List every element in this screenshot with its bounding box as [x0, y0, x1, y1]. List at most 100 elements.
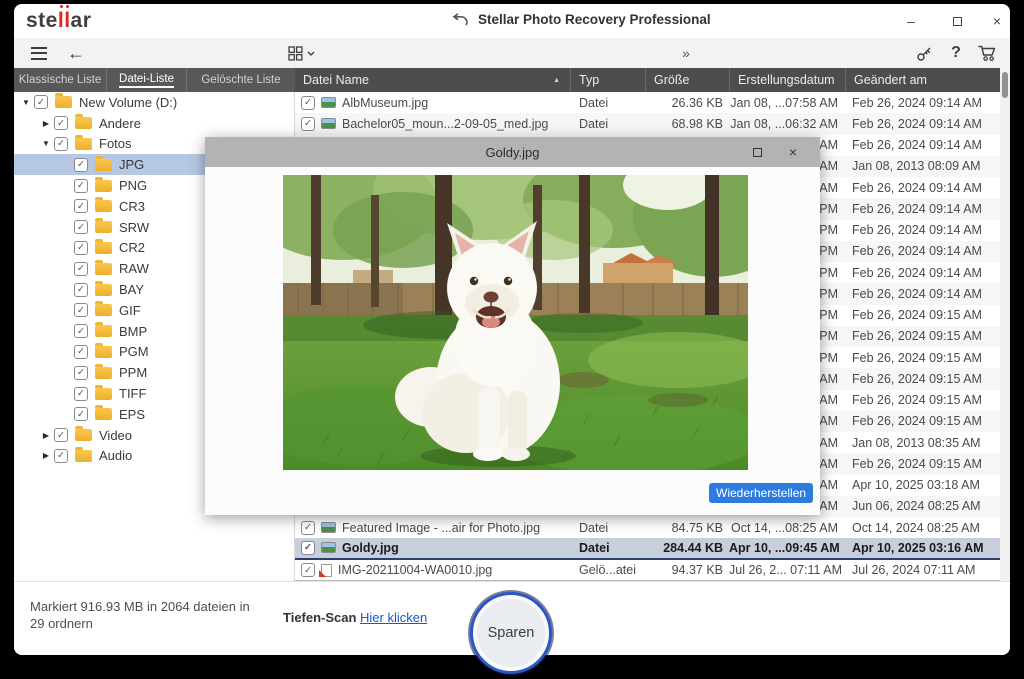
- checkbox-icon[interactable]: ✓: [74, 324, 88, 338]
- tree-item-label: New Volume (D:): [78, 95, 177, 110]
- checkbox-icon[interactable]: ✓: [54, 116, 68, 130]
- table-row-bachelor05-moun-2-09-05-med-jpg[interactable]: ✓Bachelor05_moun...2-09-05_med.jpgDatei6…: [295, 113, 1000, 134]
- checkbox-icon[interactable]: ✓: [34, 95, 48, 109]
- file-modified-cell: Jun 06, 2024 08:25 AM: [845, 499, 1000, 513]
- app-title-text: Stellar Photo Recovery Professional: [478, 12, 711, 27]
- checkbox-icon[interactable]: ✓: [301, 96, 315, 110]
- collapse-icon[interactable]: ▼: [38, 139, 54, 148]
- tree-item-new-volume-d[interactable]: ▼✓ New Volume (D:): [14, 92, 294, 113]
- checkbox-icon[interactable]: ✓: [74, 387, 88, 401]
- tree-item-label: CR3: [118, 199, 145, 214]
- checkbox-icon[interactable]: ✓: [54, 137, 68, 151]
- tree-item-label: Fotos: [98, 136, 132, 151]
- image-file-icon: [321, 542, 336, 553]
- scrollbar-thumb[interactable]: [1002, 72, 1008, 98]
- tab-label: Gelöschte Liste: [201, 74, 280, 86]
- checkbox-icon[interactable]: ✓: [74, 179, 88, 193]
- file-modified-cell: Feb 26, 2024 09:14 AM: [845, 181, 1000, 195]
- file-created-cell: Oct 14, ...08:25 AM: [729, 521, 845, 535]
- restore-tooltip[interactable]: Wiederherstellen: [709, 483, 813, 503]
- file-modified-cell: Jul 26, 2024 07:11 AM: [845, 563, 1000, 577]
- chevron-down-icon[interactable]: [306, 42, 316, 64]
- status-text: Markiert 916.93 MB in 2064 dateien in29 …: [30, 598, 250, 632]
- checkbox-icon[interactable]: ✓: [301, 521, 315, 535]
- file-name-label: AlbMuseum.jpg: [342, 96, 428, 110]
- help-icon[interactable]: ?: [946, 42, 966, 64]
- tab-gel-schte-liste[interactable]: Gelöschte Liste: [187, 68, 295, 92]
- sort-asc-icon: ▲: [553, 77, 560, 84]
- save-button[interactable]: Sparen: [470, 592, 552, 674]
- folder-icon: [75, 450, 92, 462]
- file-type-cell: Datei: [570, 541, 645, 555]
- table-row-featured-image-air-for-photo-jpg[interactable]: ✓Featured Image - ...air for Photo.jpgDa…: [295, 517, 1000, 538]
- close-button[interactable]: ×: [982, 10, 1010, 32]
- hamburger-menu-icon[interactable]: [28, 42, 50, 64]
- checkbox-icon[interactable]: ✓: [301, 541, 315, 555]
- deleted-file-icon: [321, 564, 332, 577]
- image-file-icon: [321, 118, 336, 129]
- tab-klassische-liste[interactable]: Klassische Liste: [14, 68, 107, 92]
- column-header-groesse[interactable]: Größe: [645, 68, 729, 92]
- scrollbar-track[interactable]: [1000, 68, 1010, 581]
- image-file-icon: [321, 97, 336, 108]
- preview-window: Goldy.jpg ×: [205, 137, 820, 515]
- file-modified-cell: Feb 26, 2024 09:15 AM: [845, 308, 1000, 322]
- column-header-erstellungsdatum[interactable]: Erstellungsdatum: [729, 68, 845, 92]
- file-modified-cell: Feb 26, 2024 09:15 AM: [845, 393, 1000, 407]
- dog-photo: [283, 175, 748, 470]
- checkbox-icon[interactable]: ✓: [301, 563, 315, 577]
- checkbox-icon[interactable]: ✓: [74, 199, 88, 213]
- checkbox-icon[interactable]: ✓: [54, 449, 68, 463]
- cart-icon[interactable]: [974, 42, 1000, 64]
- checkbox-icon[interactable]: ✓: [74, 241, 88, 255]
- file-modified-cell: Feb 26, 2024 09:14 AM: [845, 96, 1000, 110]
- table-row-goldy-jpg[interactable]: ✓Goldy.jpgDatei284.44 KBApr 10, ...09:45…: [295, 538, 1000, 559]
- logo-umlaut-dots: [60, 5, 63, 8]
- tab-label: Klassische Liste: [19, 74, 101, 86]
- tree-item-andere[interactable]: ▶✓Andere: [14, 113, 294, 134]
- table-row-albmuseum-jpg[interactable]: ✓AlbMuseum.jpgDatei26.36 KBJan 08, ...07…: [295, 92, 1000, 113]
- file-name-label: IMG-20211004-WA0010.jpg: [338, 563, 492, 577]
- maximize-button[interactable]: [942, 10, 972, 32]
- checkbox-icon[interactable]: ✓: [74, 283, 88, 297]
- checkbox-icon[interactable]: ✓: [74, 303, 88, 317]
- folder-icon: [95, 325, 112, 337]
- image-file-icon: [321, 522, 336, 533]
- file-name-cell: ✓ AlbMuseum.jpg: [295, 96, 570, 110]
- stellar-logo: stellar: [26, 9, 91, 33]
- tree-item-label: SRW: [118, 220, 149, 235]
- key-icon[interactable]: [912, 42, 936, 64]
- checkbox-icon[interactable]: ✓: [74, 220, 88, 234]
- tab-datei-liste[interactable]: Datei-Liste: [107, 68, 187, 92]
- checkbox-icon[interactable]: ✓: [74, 158, 88, 172]
- preview-maximize-button[interactable]: [746, 142, 768, 162]
- minimize-button[interactable]: –: [896, 10, 926, 32]
- checkbox-icon[interactable]: ✓: [301, 117, 315, 131]
- folder-icon: [95, 159, 112, 171]
- back-arrow-icon[interactable]: ←: [64, 42, 88, 64]
- expand-icon[interactable]: ▶: [38, 119, 54, 128]
- table-row-img-20211004-wa0010-jpg[interactable]: ✓IMG-20211004-WA0010.jpgGelö...atei94.37…: [295, 560, 1000, 581]
- collapse-icon[interactable]: ▼: [18, 98, 34, 107]
- checkbox-icon[interactable]: ✓: [74, 345, 88, 359]
- checkbox-icon[interactable]: ✓: [74, 262, 88, 276]
- preview-close-button[interactable]: ×: [782, 142, 804, 162]
- file-modified-cell: Feb 26, 2024 09:14 AM: [845, 117, 1000, 131]
- checkbox-icon[interactable]: ✓: [54, 428, 68, 442]
- file-modified-cell: Apr 10, 2025 03:18 AM: [845, 478, 1000, 492]
- view-grid-icon[interactable]: [286, 42, 304, 64]
- logo-text: ste: [26, 9, 58, 32]
- checkbox-icon[interactable]: ✓: [74, 366, 88, 380]
- column-header-geaendert-am[interactable]: Geändert am: [845, 68, 1000, 92]
- expand-icon[interactable]: ▶: [38, 431, 54, 440]
- column-header-typ[interactable]: Typ: [570, 68, 645, 92]
- deep-scan-link[interactable]: Hier klicken: [360, 610, 427, 625]
- file-name-cell: ✓Bachelor05_moun...2-09-05_med.jpg: [295, 117, 570, 131]
- tab-bar: Klassische Liste Datei-Liste Gelöschte Lis…: [14, 68, 295, 92]
- file-type-cell: Datei: [570, 96, 645, 110]
- overflow-chevrons-icon[interactable]: »: [676, 42, 696, 64]
- expand-icon[interactable]: ▶: [38, 451, 54, 460]
- column-header-datei-name[interactable]: Datei Name▲: [295, 68, 570, 92]
- file-type-cell: Datei: [570, 521, 645, 535]
- checkbox-icon[interactable]: ✓: [74, 407, 88, 421]
